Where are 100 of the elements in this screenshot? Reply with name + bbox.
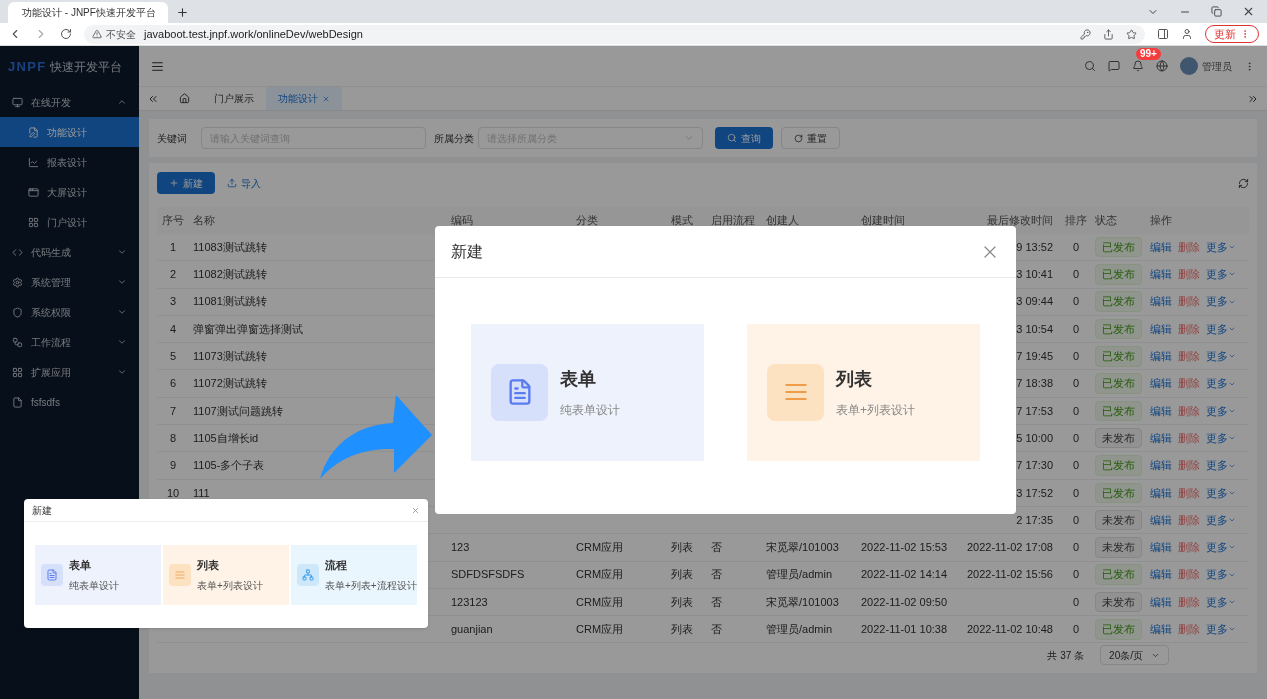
edit-link[interactable]: 编辑 [1150,539,1172,556]
sidebar-subitem[interactable]: 功能设计 [0,117,139,147]
delete-link[interactable]: 删除 [1178,375,1200,392]
more-link[interactable]: 更多 [1206,402,1236,420]
option-subtitle: 纯表单设计 [560,401,620,419]
page-tab[interactable]: 门户展示 [202,87,266,110]
delete-link[interactable]: 删除 [1178,539,1200,556]
page-tab[interactable]: 功能设计 [266,87,342,110]
table-cell-text: 7 18:38 [1016,376,1053,392]
delete-link[interactable]: 删除 [1178,511,1200,529]
sidebar-item[interactable]: 系统权限 [0,297,139,327]
more-link[interactable]: 更多 [1206,429,1236,447]
table-cell-text: 10 [166,485,180,501]
dialog-title: 新建 [451,241,483,262]
delete-link[interactable]: 删除 [1178,293,1200,310]
delete-link[interactable]: 删除 [1178,429,1200,447]
edit-link[interactable]: 编辑 [1150,511,1172,529]
delete-link[interactable]: 删除 [1178,348,1200,365]
edit-link[interactable]: 编辑 [1150,348,1172,365]
sidebar-subitem[interactable]: 大屏设计 [0,177,139,207]
table-cell-text: 否 [711,594,722,610]
table-cell-text: 7 17:30 [1016,458,1053,474]
browser-tab[interactable]: 功能设计 - JNPF快速开发平台 [8,2,168,23]
more-link[interactable]: 更多 [1206,621,1236,638]
page-size-select[interactable]: 20条/页 [1100,645,1169,665]
table-cell-text: 管理员/admin [766,567,833,583]
sidebar-item[interactable]: 代码生成 [0,237,139,267]
table-cell-text: 否 [711,622,722,638]
edit-link[interactable]: 编辑 [1150,238,1172,256]
more-link[interactable]: 更多 [1206,348,1236,365]
option-card[interactable]: 列表 表单+列表设计 [163,545,289,605]
table-cell-text: 2 17:35 [1016,512,1053,528]
delete-link[interactable]: 删除 [1178,266,1200,283]
edit-link[interactable]: 编辑 [1150,457,1172,474]
table-cell-text: 5 [169,349,177,365]
table-cell-text: 6 [169,376,177,392]
more-link[interactable]: 更多 [1206,266,1236,283]
more-link[interactable]: 更多 [1206,539,1236,556]
table-cell-text: 11083测试跳转 [193,239,267,255]
edit-link[interactable]: 编辑 [1150,320,1172,338]
table-cell-text: 0 [1072,567,1080,583]
table-cell-text: 0 [1072,321,1080,337]
user-name[interactable]: 管理员 [1202,58,1232,74]
more-link[interactable]: 更多 [1206,593,1236,611]
option-card[interactable]: 表单 纯表单设计 [471,323,704,461]
edit-link[interactable]: 编辑 [1150,266,1172,283]
sidebar-subitem[interactable]: 报表设计 [0,147,139,177]
more-link[interactable]: 更多 [1206,375,1236,392]
query-button[interactable]: 查询 [715,127,773,149]
address-bar[interactable]: 不安全 javaboot.test.jnpf.work/onlineDev/webDesign [84,24,1145,44]
edit-link[interactable]: 编辑 [1150,402,1172,420]
more-link[interactable]: 更多 [1206,238,1236,256]
status-tag: 已发布 [1095,400,1142,422]
sidebar-item[interactable]: 工作流程 [0,327,139,357]
more-link[interactable]: 更多 [1206,293,1236,310]
more-link[interactable]: 更多 [1206,320,1236,338]
table-cell-text: 11081测试跳转 [193,294,267,310]
option-card[interactable]: 表单 纯表单设计 [35,545,161,605]
delete-link[interactable]: 删除 [1178,566,1200,583]
sidebar-subitem[interactable]: 门户设计 [0,207,139,237]
table-cell-text: guanjian [451,622,493,638]
reset-button[interactable]: 重置 [781,127,840,149]
delete-link[interactable]: 删除 [1178,621,1200,638]
delete-link[interactable]: 删除 [1178,238,1200,256]
table-cell-text: 7 19:45 [1016,349,1053,365]
delete-link[interactable]: 删除 [1178,402,1200,420]
delete-link[interactable]: 删除 [1178,484,1200,502]
security-label: 不安全 [106,27,136,42]
option-title: 流程 [325,558,348,574]
table-cell-text: 11073测试跳转 [193,349,267,365]
edit-link[interactable]: 编辑 [1150,429,1172,447]
sidebar-item[interactable]: 扩展应用 [0,357,139,387]
edit-link[interactable]: 编辑 [1150,566,1172,583]
delete-link[interactable]: 删除 [1178,457,1200,474]
edit-link[interactable]: 编辑 [1150,375,1172,392]
table-cell-text: 0 [1072,458,1080,474]
edit-link[interactable]: 编辑 [1150,593,1172,611]
more-link[interactable]: 更多 [1206,511,1236,529]
edit-link[interactable]: 编辑 [1150,293,1172,310]
sidebar-item[interactable]: 系统管理 [0,267,139,297]
sidebar-item[interactable]: 在线开发 [0,87,139,117]
more-link[interactable]: 更多 [1206,484,1236,502]
edit-link[interactable]: 编辑 [1150,621,1172,638]
edit-link[interactable]: 编辑 [1150,484,1172,502]
more-link[interactable]: 更多 [1206,566,1236,583]
import-button[interactable]: 导入 [227,175,261,191]
more-link[interactable]: 更多 [1206,457,1236,474]
sidebar-item[interactable]: fsfsdfs [0,387,139,417]
option-subtitle: 表单+列表设计 [836,401,915,419]
option-card[interactable]: 列表 表单+列表设计 [747,323,980,461]
table-cell-text: 2022-11-02 09:50 [861,594,948,610]
new-button[interactable]: 新建 [157,172,215,194]
status-tag: 未发布 [1095,591,1142,613]
table-cell-text: 2 [169,267,177,283]
column-header: 状态 [1094,213,1118,229]
option-card[interactable]: 流程 表单+列表+流程设计 [291,545,417,605]
tab-title: 功能设计 - JNPF快速开发平台 [22,6,156,20]
delete-link[interactable]: 删除 [1178,593,1200,611]
table-cell-text: 列表 [671,540,693,556]
delete-link[interactable]: 删除 [1178,320,1200,338]
